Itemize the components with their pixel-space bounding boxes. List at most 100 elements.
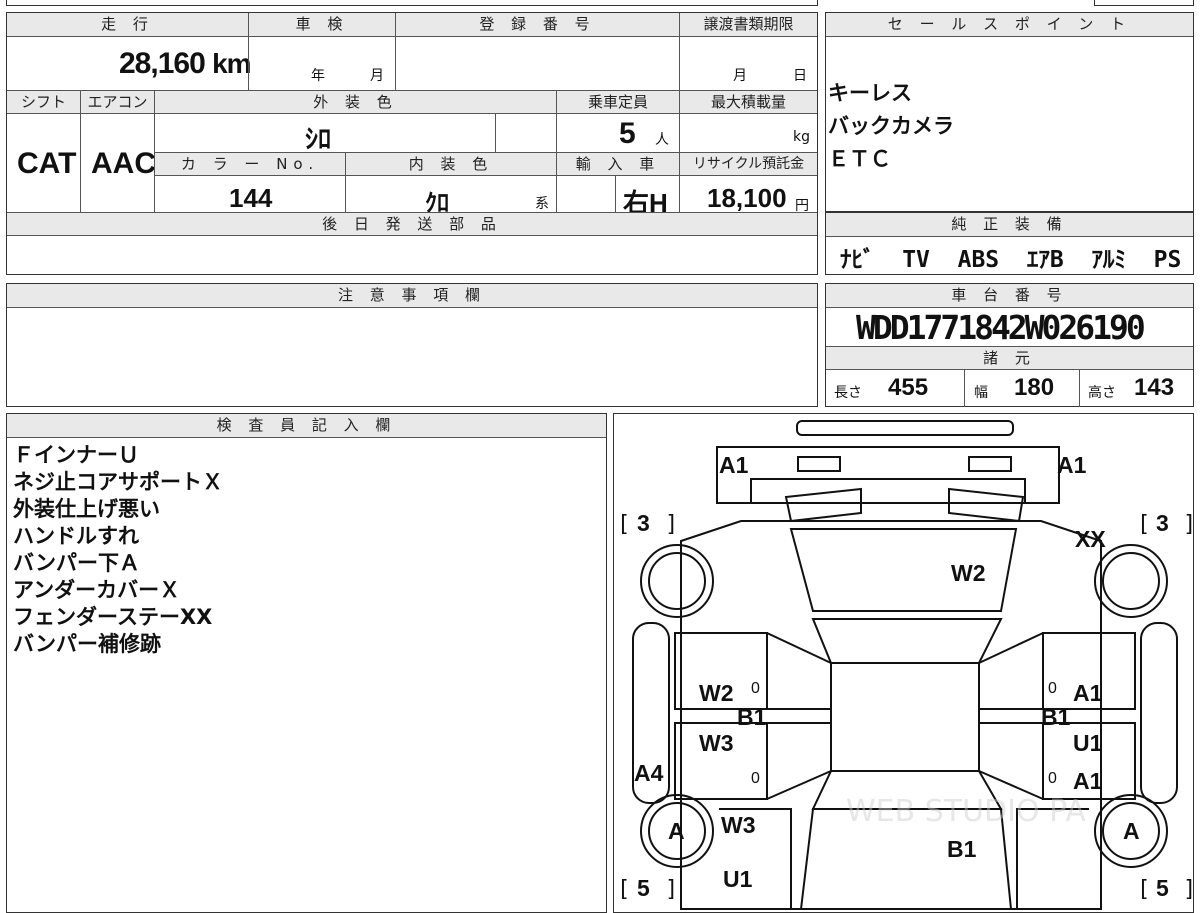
mark-right-front-door: A1 [1073,680,1103,706]
tire-left-front: 3 [637,510,650,536]
inspector-line: バンパー補修跡 [13,632,162,656]
tire-bracket-right-front-close: ] [1183,512,1193,537]
grid-line [80,90,81,212]
front-bumper-outline [796,420,1014,436]
watermark: WEB STUDIO PA [846,794,1086,829]
max-load-unit: kg [793,129,810,145]
capacity-unit: 人 [655,132,669,148]
mileage-number: 28,160 [119,47,206,80]
height-label: 高さ [1088,385,1116,401]
max-load-header: 最大積載量 [680,90,817,114]
grid-line [248,13,249,90]
mark-rear-glass: B1 [947,836,977,862]
mileage-header: 走 行 [7,13,248,37]
chassis-header: 車 台 番 号 [826,284,1193,308]
grid-line [1079,370,1080,407]
top-stub-right [1094,0,1194,6]
notes-block: 注 意 事 項 欄 [6,283,818,407]
headlight-right [968,456,1012,472]
tire-left-rear: 5 [637,875,650,901]
mark-left-rear-wheel: A [668,818,685,844]
color-no-header: カ ラ ー No. [155,152,345,176]
capacity-value: 5 [619,117,636,150]
mark-left-front-window: W2 [699,680,734,706]
mark-left-side: A4 [634,760,664,786]
hood-rear-outline [811,618,1003,664]
sales-points-block: セ ー ル ス ポ イ ン ト キーレス バックカメラ ＥＴＣ [825,12,1194,212]
equipment-item: ﾅﾋﾞ [840,247,875,273]
right-sill [1140,622,1178,804]
grid-line [395,13,396,90]
specs-header: 諸 元 [826,346,1193,370]
car-diagram-block: [ ] 3 [ ] 3 [ ] 5 [ ] 5 A1 A1 XX W2 W2 B… [613,413,1194,913]
width-label: 幅 [974,385,988,401]
tire-right-front: 3 [1156,510,1169,536]
inspector-block: 検 査 員 記 入 欄 ＦインナーＵ ネジ止コアサポートＸ 外装仕上げ悪い ハン… [6,413,607,913]
genuine-equipment-block: 純 正 装 備 ﾅﾋﾞ TV ABS ｴｱB ｱﾙﾐ PS PW [825,212,1194,275]
sales-points-header: セ ー ル ス ポ イ ン ト [826,13,1193,37]
transfer-month-unit: 月 [733,68,747,84]
mark-right-rear-wheel: A [1123,818,1140,844]
grid-line [615,176,616,212]
mark-windshield: W2 [951,560,986,586]
mark-right-rear-door: A1 [1073,768,1103,794]
mark-right-middle: U1 [1073,730,1103,756]
tire-bracket-left-rear-close: ] [665,877,678,902]
tire-bracket-right-rear-close: ] [1183,877,1193,902]
grid-line [556,90,557,212]
exterior-color-value: ｼﾛ [305,124,332,154]
interior-suffix: 系 [535,196,549,212]
left-door-edge [766,770,832,800]
shaken-month-unit: 月 [370,68,384,84]
exterior-color-header: 外 装 色 [155,90,556,114]
shaken-header: 車 検 [249,13,395,37]
length-label: 長さ [834,385,862,401]
later-parts-header: 後 日 発 送 部 品 [7,212,817,236]
recycle-value: 18,100 [707,183,787,213]
inspector-line: バンパー下Ａ [13,551,141,575]
grid-line [964,370,965,407]
equipment-item: TV [902,247,930,273]
front-right-wheel-inner [1102,552,1160,610]
height-value: 143 [1134,374,1175,401]
mark-left-rear-window: W3 [699,730,734,756]
inspector-line: ハンドルすれ [13,524,139,548]
mark-left-pillar: B1 [737,704,767,730]
grid-line [679,13,680,212]
genuine-equipment-list: ﾅﾋﾞ TV ABS ｴｱB ｱﾙﾐ PS PW [840,240,1200,274]
chassis-block: 車 台 番 号 WDD1771842W026190 諸 元 長さ 455 幅 1… [825,283,1194,407]
zero-marker: 0 [751,770,760,787]
length-value: 455 [888,374,929,401]
recycle-header: リサイクル預託金 [680,152,817,176]
tire-bracket-left-rear: [ [617,877,630,902]
ac-header: エアコン [81,90,154,114]
top-stub-row [6,0,818,6]
import-header: 輸 入 車 [557,152,679,176]
shaken-year-unit: 年 [311,68,325,84]
tire-bracket-right-rear: [ [1137,877,1150,902]
inspector-line: ネジ止コアサポートＸ [13,470,223,494]
inspector-line: アンダーカバーＸ [13,578,181,602]
shift-value: CAT [17,147,77,180]
inspector-header: 検 査 員 記 入 欄 [7,414,606,438]
zero-marker: 0 [751,680,760,697]
mark-front-left: A1 [719,452,749,478]
ac-value: AAC [91,147,156,180]
equipment-item: ｴｱB [1026,247,1064,273]
mileage-unit: km [212,48,251,79]
transfer-day-unit: 日 [793,68,807,84]
zero-marker: 0 [1048,680,1057,697]
equipment-item: ｱﾙﾐ [1091,247,1126,273]
inspector-line: 外装仕上げ悪い [13,497,160,521]
capacity-header: 乗車定員 [557,90,679,114]
registration-header: 登 録 番 号 [396,13,679,37]
grille-outline [750,478,1026,503]
inspector-line: フェンダーステーXX [13,605,213,629]
roof-outline [830,662,980,772]
mark-right-front-fender: XX [1075,526,1106,552]
front-right-wheel [1094,544,1168,618]
equipment-item: PS [1153,247,1182,273]
equipment-item: ABS [957,247,1000,273]
shift-header: シフト [7,90,80,114]
tire-bracket-right-front: [ [1137,512,1150,537]
